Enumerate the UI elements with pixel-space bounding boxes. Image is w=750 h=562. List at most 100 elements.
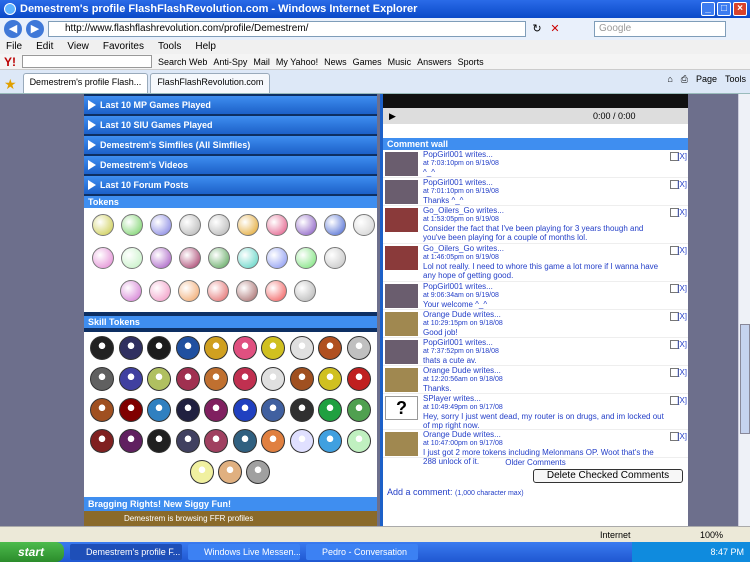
token-icon[interactable] — [266, 214, 288, 236]
yahoo-item-sports[interactable]: Sports — [458, 57, 484, 67]
skill-token-icon[interactable] — [90, 429, 114, 453]
token-icon[interactable] — [121, 214, 143, 236]
menu-edit[interactable]: Edit — [36, 40, 53, 54]
skill-token-icon[interactable] — [90, 398, 114, 422]
skill-token-icon[interactable] — [232, 429, 257, 453]
menu-view[interactable]: View — [67, 40, 89, 54]
token-icon[interactable] — [150, 214, 172, 236]
forward-icon[interactable]: ▶ — [26, 20, 44, 38]
comment-author[interactable]: Orange Dude writes... — [423, 310, 666, 319]
refresh-icon[interactable]: ↻ — [530, 22, 544, 36]
skill-token-icon[interactable] — [318, 367, 342, 391]
yahoo-item-games[interactable]: Games — [353, 57, 382, 67]
home-icon[interactable]: ⌂ — [667, 74, 672, 85]
skill-token-icon[interactable] — [346, 429, 371, 453]
comment-delete-link[interactable]: [X] — [677, 246, 687, 255]
token-icon[interactable] — [294, 280, 316, 302]
yahoo-logo[interactable]: Y! — [4, 55, 16, 69]
skill-token-icon[interactable] — [204, 429, 228, 453]
print-icon[interactable]: ⎙ — [681, 74, 688, 85]
token-icon[interactable] — [353, 214, 375, 236]
page-menu[interactable]: Page — [696, 74, 717, 85]
tab-ffr[interactable]: FlashFlashRevolution.com — [150, 73, 271, 93]
token-icon[interactable] — [265, 280, 287, 302]
token-icon[interactable] — [120, 280, 142, 302]
skill-token-icon[interactable] — [90, 336, 114, 360]
address-bar[interactable]: http://www.flashflashrevolution.com/prof… — [48, 21, 526, 37]
comment-delete-link[interactable]: [X] — [677, 340, 687, 349]
token-icon[interactable] — [266, 247, 288, 269]
avatar[interactable] — [385, 312, 418, 336]
task-ie[interactable]: Demestrem's profile F... — [70, 544, 182, 560]
skill-token-icon[interactable] — [246, 460, 270, 484]
section-forum-posts[interactable]: Last 10 Forum Posts — [84, 176, 377, 194]
yahoo-search-button[interactable]: Search Web — [158, 57, 207, 67]
section-siu-games[interactable]: Last 10 SIU Games Played — [84, 116, 377, 134]
token-icon[interactable] — [236, 280, 258, 302]
skill-token-icon[interactable] — [204, 367, 228, 391]
skill-token-icon[interactable] — [175, 429, 200, 453]
avatar[interactable]: ? — [385, 396, 418, 420]
comment-author[interactable]: Go_Oilers_Go writes... — [423, 244, 666, 253]
stop-icon[interactable]: ✕ — [548, 22, 562, 36]
video-player[interactable]: ▶ 0:00 / 0:00 — [383, 94, 688, 124]
menu-tools[interactable]: Tools — [158, 40, 181, 54]
yahoo-item-antispy[interactable]: Anti-Spy — [213, 57, 247, 67]
token-icon[interactable] — [179, 214, 201, 236]
avatar[interactable] — [385, 180, 418, 204]
skill-token-icon[interactable] — [147, 429, 171, 453]
skill-token-icon[interactable] — [289, 336, 314, 360]
skill-token-icon[interactable] — [261, 367, 285, 391]
token-icon[interactable] — [208, 247, 230, 269]
menu-file[interactable]: File — [6, 40, 22, 54]
back-icon[interactable]: ◀ — [4, 20, 22, 38]
avatar[interactable] — [385, 246, 418, 270]
comment-delete-link[interactable]: [X] — [677, 208, 687, 217]
section-videos[interactable]: Demestrem's Videos — [84, 156, 377, 174]
comment-delete-link[interactable]: [X] — [677, 152, 687, 161]
skill-token-icon[interactable] — [218, 460, 242, 484]
scrollbar-thumb[interactable] — [740, 324, 750, 434]
yahoo-item-mail[interactable]: Mail — [253, 57, 270, 67]
skill-token-icon[interactable] — [90, 367, 114, 391]
page-scrollbar[interactable] — [738, 94, 750, 526]
yahoo-item-news[interactable]: News — [324, 57, 347, 67]
siggy-banner[interactable]: Demestrem is browsing FFR profiles — [84, 511, 377, 526]
skill-token-icon[interactable] — [318, 398, 342, 422]
avatar[interactable] — [385, 284, 418, 308]
token-icon[interactable] — [208, 214, 230, 236]
token-icon[interactable] — [207, 280, 229, 302]
menu-favorites[interactable]: Favorites — [103, 40, 144, 54]
section-simfiles[interactable]: Demestrem's Simfiles (All Simfiles) — [84, 136, 377, 154]
skill-token-icon[interactable] — [118, 429, 143, 453]
comment-author[interactable]: Go_Oilers_Go writes... — [423, 206, 666, 215]
skill-token-icon[interactable] — [346, 398, 371, 422]
token-icon[interactable] — [179, 247, 201, 269]
yahoo-item-answers[interactable]: Answers — [417, 57, 452, 67]
favorites-star-icon[interactable]: ★ — [4, 76, 17, 93]
skill-token-icon[interactable] — [190, 460, 214, 484]
token-icon[interactable] — [150, 247, 172, 269]
menu-help[interactable]: Help — [195, 40, 216, 54]
token-icon[interactable] — [324, 214, 346, 236]
skill-token-icon[interactable] — [204, 336, 228, 360]
skill-token-icon[interactable] — [175, 336, 200, 360]
token-icon[interactable] — [295, 247, 317, 269]
skill-token-icon[interactable] — [289, 367, 314, 391]
skill-token-icon[interactable] — [175, 367, 200, 391]
skill-token-icon[interactable] — [289, 398, 314, 422]
skill-token-icon[interactable] — [118, 336, 143, 360]
tab-profile[interactable]: Demestrem's profile Flash... — [22, 73, 149, 93]
skill-token-icon[interactable] — [346, 336, 371, 360]
comment-delete-link[interactable]: [X] — [677, 432, 687, 441]
comment-author[interactable]: Orange Dude writes... — [423, 366, 666, 375]
skill-token-icon[interactable] — [118, 367, 143, 391]
token-icon[interactable] — [92, 247, 114, 269]
zoom-level[interactable]: 100% — [700, 527, 723, 543]
skill-token-icon[interactable] — [204, 398, 228, 422]
comment-author[interactable]: PopGirl001 writes... — [423, 178, 666, 187]
skill-token-icon[interactable] — [232, 398, 257, 422]
comment-delete-link[interactable]: [X] — [677, 284, 687, 293]
skill-token-icon[interactable] — [261, 336, 285, 360]
avatar[interactable] — [385, 208, 418, 232]
